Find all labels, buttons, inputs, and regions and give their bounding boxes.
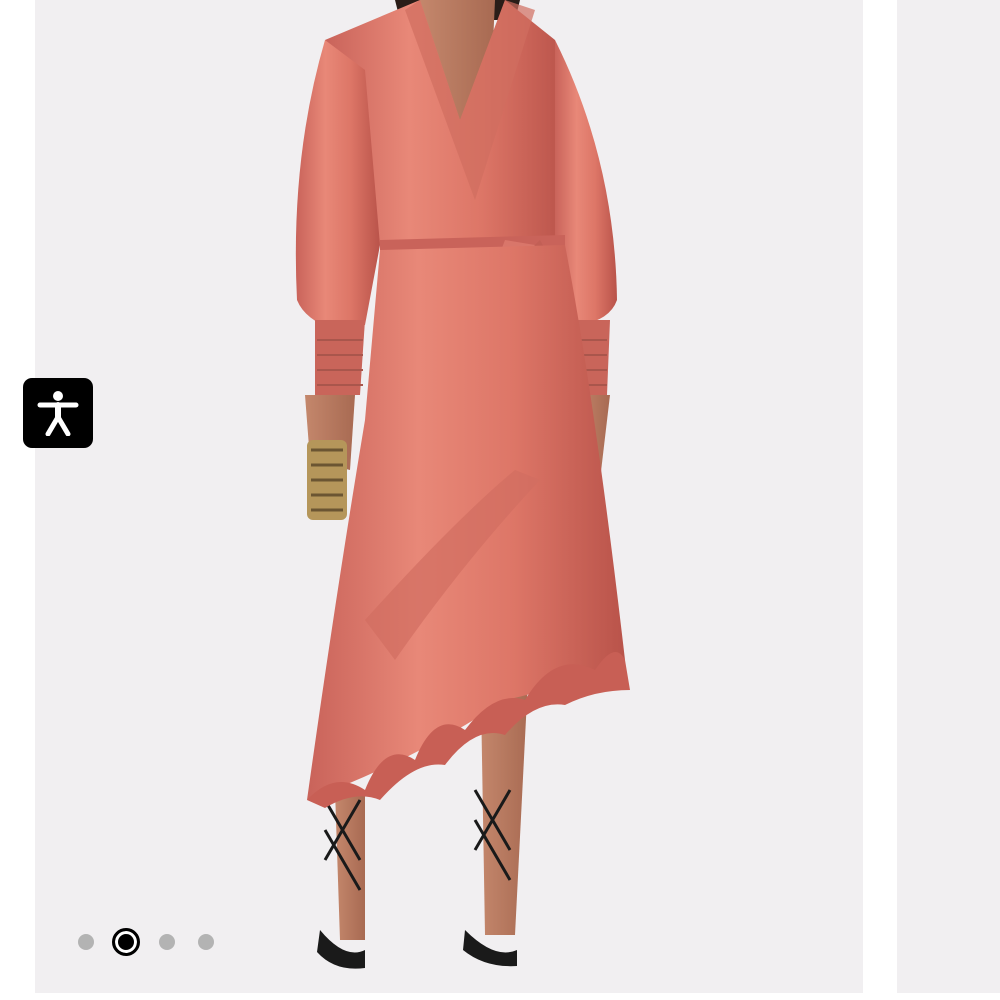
carousel-dot-2-active[interactable] bbox=[112, 928, 140, 956]
carousel-dot-3[interactable] bbox=[159, 934, 175, 950]
product-photo-wrap-dress bbox=[295, 0, 630, 969]
carousel-dot-4[interactable] bbox=[198, 934, 214, 950]
carousel-dot-1[interactable] bbox=[78, 934, 94, 950]
accessibility-person-icon bbox=[37, 391, 79, 436]
accessibility-button[interactable] bbox=[23, 378, 93, 448]
carousel-slide-next-peek[interactable] bbox=[897, 0, 1000, 993]
carousel-pagination bbox=[78, 928, 237, 956]
carousel-slide-current[interactable] bbox=[35, 0, 863, 993]
product-image-carousel[interactable] bbox=[0, 0, 1000, 1000]
